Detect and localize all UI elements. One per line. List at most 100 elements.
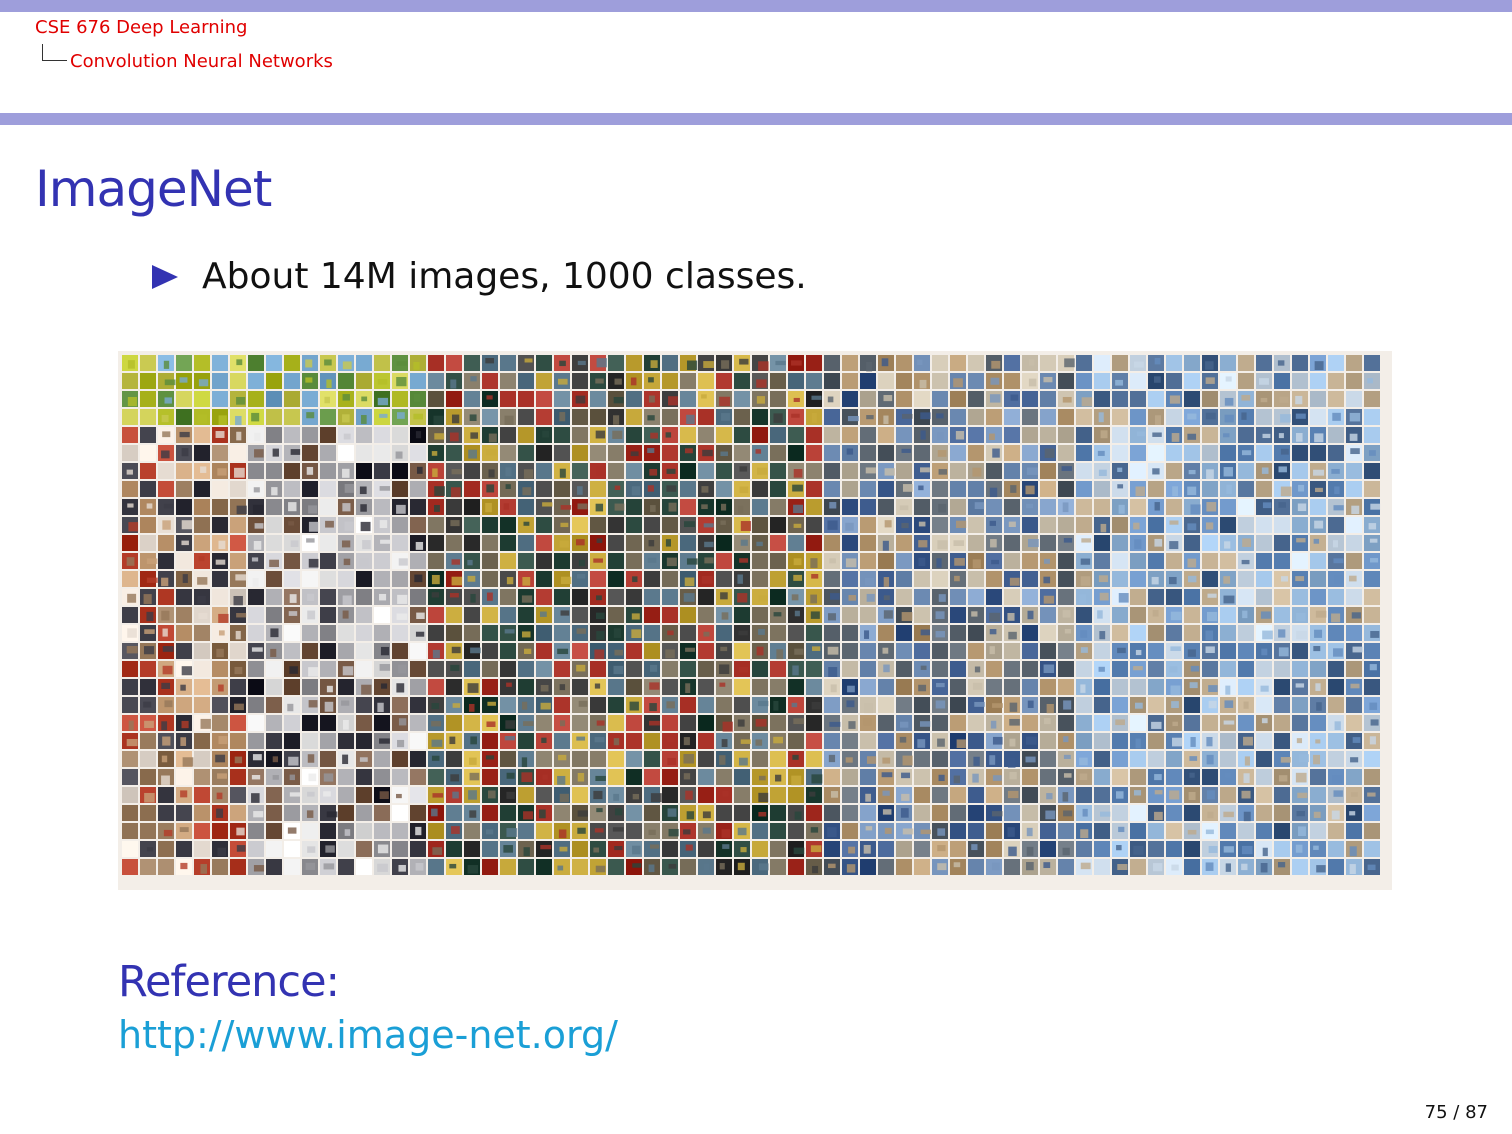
mosaic-thumbnail-detail (866, 593, 875, 602)
mosaic-thumbnail-detail (161, 682, 171, 690)
reference-link[interactable]: http://www.image-net.org/ (118, 1013, 618, 1057)
mosaic-thumbnail-detail (468, 790, 477, 800)
mosaic-thumbnail-detail (557, 775, 566, 785)
mosaic-thumbnail-detail (1367, 378, 1373, 384)
mosaic-thumbnail-detail (954, 558, 965, 566)
mosaic-thumbnail (1076, 499, 1092, 515)
mosaic-thumbnail (212, 481, 228, 497)
mosaic-thumbnail-detail (882, 757, 891, 764)
mosaic-thumbnail (914, 607, 930, 623)
mosaic-thumbnail (410, 517, 426, 533)
mosaic-thumbnail-detail (1100, 430, 1108, 439)
breadcrumb-course[interactable]: CSE 676 Deep Learning (35, 17, 247, 38)
mosaic-thumbnail-detail (740, 739, 751, 744)
mosaic-thumbnail (1256, 733, 1272, 749)
mosaic-thumbnail (1112, 427, 1128, 443)
mosaic-thumbnail (338, 787, 354, 803)
mosaic-thumbnail-detail (1080, 684, 1086, 693)
mosaic-thumbnail-detail (920, 665, 927, 670)
mosaic-thumbnail (482, 625, 498, 641)
mosaic-thumbnail (644, 445, 660, 461)
mosaic-thumbnail (248, 355, 264, 371)
breadcrumb-section[interactable]: Convolution Neural Networks (70, 51, 333, 72)
mosaic-thumbnail-detail (485, 755, 495, 760)
mosaic-thumbnail (1292, 643, 1308, 659)
mosaic-thumbnail-detail (917, 359, 923, 366)
mosaic-thumbnail (734, 445, 750, 461)
mosaic-thumbnail-detail (665, 432, 672, 438)
mosaic-thumbnail-detail (972, 773, 979, 783)
mosaic-thumbnail (302, 733, 318, 749)
mosaic-thumbnail (1274, 841, 1290, 857)
mosaic-thumbnail-detail (306, 538, 315, 543)
mosaic-thumbnail (680, 625, 696, 641)
mosaic-thumbnail (1094, 859, 1110, 875)
mosaic-thumbnail-detail (1081, 397, 1093, 407)
mosaic-thumbnail (428, 517, 444, 533)
mosaic-thumbnail (230, 715, 246, 731)
mosaic-thumbnail-detail (935, 631, 945, 638)
mosaic-thumbnail-detail (632, 793, 640, 800)
mosaic-thumbnail-detail (791, 775, 802, 786)
mosaic-thumbnail (968, 481, 984, 497)
mosaic-thumbnail-detail (632, 863, 642, 868)
mosaic-thumbnail (302, 625, 318, 641)
mosaic-thumbnail (932, 787, 948, 803)
mosaic-thumbnail-detail (990, 377, 1000, 385)
mosaic-thumbnail-detail (811, 412, 817, 423)
mosaic-thumbnail (266, 517, 282, 533)
mosaic-thumbnail (1220, 517, 1236, 533)
mosaic-thumbnail (1058, 409, 1074, 425)
mosaic-thumbnail (626, 463, 642, 479)
mosaic-thumbnail (176, 643, 192, 659)
mosaic-thumbnail (1256, 409, 1272, 425)
mosaic-thumbnail (1166, 841, 1182, 857)
mosaic-thumbnail (986, 499, 1002, 515)
mosaic-thumbnail-detail (308, 773, 317, 782)
mosaic-thumbnail (968, 643, 984, 659)
mosaic-thumbnail-detail (683, 829, 691, 835)
mosaic-thumbnail (860, 607, 876, 623)
mosaic-thumbnail-detail (1277, 862, 1286, 868)
mosaic-thumbnail-detail (666, 557, 677, 567)
mosaic-thumbnail (950, 823, 966, 839)
mosaic-thumbnail (1076, 463, 1092, 479)
mosaic-thumbnail (1166, 463, 1182, 479)
mosaic-thumbnail-detail (703, 631, 710, 637)
mosaic-thumbnail (1094, 841, 1110, 857)
mosaic-thumbnail (1058, 715, 1074, 731)
mosaic-thumbnail (1094, 391, 1110, 407)
mosaic-thumbnail (644, 769, 660, 785)
mosaic-thumbnail-detail (1115, 791, 1124, 799)
mosaic-thumbnail-detail (936, 682, 945, 688)
mosaic-thumbnail-detail (1025, 756, 1036, 763)
mosaic-thumbnail (1238, 499, 1254, 515)
mosaic-thumbnail-detail (1027, 610, 1034, 620)
mosaic-thumbnail (446, 679, 462, 695)
mosaic-thumbnail (806, 751, 822, 767)
mosaic-thumbnail-detail (181, 540, 189, 546)
mosaic-thumbnail (428, 535, 444, 551)
mosaic-thumbnail-detail (648, 377, 654, 383)
mosaic-thumbnail (896, 463, 912, 479)
mosaic-thumbnail-detail (1079, 757, 1088, 766)
mosaic-thumbnail-detail (342, 610, 349, 619)
mosaic-thumbnail-detail (830, 593, 840, 600)
mosaic-thumbnail (1004, 535, 1020, 551)
mosaic-thumbnail-detail (1117, 467, 1123, 473)
mosaic-thumbnail-detail (739, 358, 749, 365)
mosaic-thumbnail-detail (882, 790, 890, 796)
mosaic-thumbnail (698, 391, 714, 407)
mosaic-thumbnail-detail (324, 701, 334, 712)
mosaic-thumbnail-detail (612, 430, 623, 439)
mosaic-thumbnail-detail (1369, 664, 1377, 671)
mosaic-thumbnail (1058, 589, 1074, 605)
mosaic-thumbnail-detail (1223, 720, 1235, 725)
mosaic-thumbnail-detail (253, 540, 262, 550)
mosaic-thumbnail-detail (793, 397, 800, 402)
mosaic-thumbnail (140, 733, 156, 749)
mosaic-thumbnail-detail (379, 593, 387, 601)
mosaic-thumbnail (140, 661, 156, 677)
mosaic-thumbnail (536, 571, 552, 587)
mosaic-thumbnail (176, 463, 192, 479)
